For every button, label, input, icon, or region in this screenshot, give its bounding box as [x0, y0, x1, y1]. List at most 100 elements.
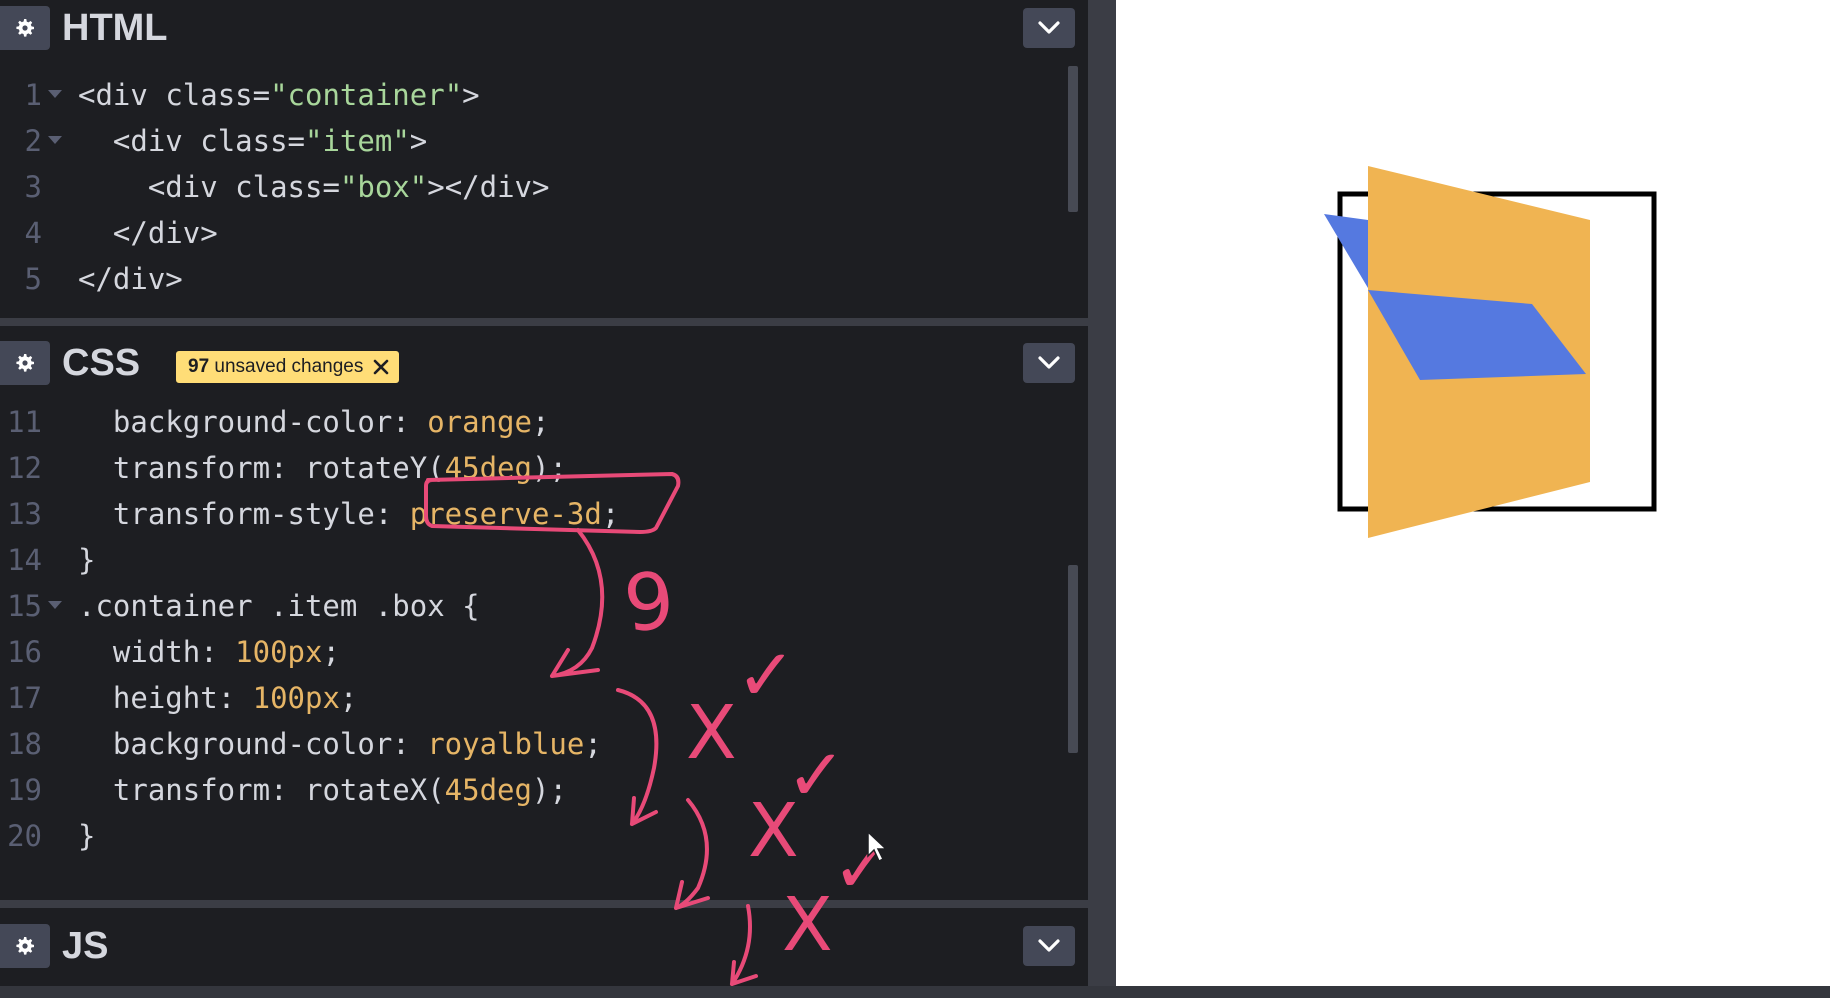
code-token: rotateY( — [304, 451, 445, 485]
code-token: 45deg — [444, 773, 532, 807]
line-number: 4 — [24, 216, 42, 250]
code-line[interactable]: 16 width: 100px; — [0, 629, 1060, 675]
code-line[interactable]: 12 transform: rotateY(45deg); — [0, 445, 1060, 491]
code-token: "item" — [305, 124, 410, 158]
code-token: transform — [112, 773, 271, 807]
code-line[interactable]: 20} — [0, 813, 1060, 859]
code-token: "box" — [339, 170, 428, 204]
code-text: } — [78, 537, 95, 583]
line-number: 18 — [7, 727, 42, 761]
code-text: } — [78, 813, 95, 859]
code-line[interactable]: 1 <div class="container"> — [0, 72, 1060, 118]
html-code-area[interactable]: 1 <div class="container"> 2 <div class="it… — [0, 64, 1088, 318]
code-text: width: 100px; — [78, 629, 340, 675]
code-token: > — [409, 124, 428, 158]
code-token: = — [322, 170, 340, 204]
code-line[interactable]: 18 background-color: royalblue; — [0, 721, 1060, 767]
line-number: 15 — [7, 589, 42, 623]
js-settings-button[interactable] — [0, 924, 50, 968]
box-face-back — [1324, 214, 1368, 288]
html-collapse-button[interactable] — [1023, 8, 1075, 48]
gear-icon — [16, 354, 34, 372]
line-number: 11 — [7, 405, 42, 439]
code-text: transform: rotateX(45deg); — [78, 767, 567, 813]
line-number: 2 — [24, 124, 42, 158]
code-line[interactable]: 15 .container .item .box { — [0, 583, 1060, 629]
html-settings-button[interactable] — [0, 6, 50, 50]
line-number: 20 — [7, 819, 42, 853]
code-token: <div — [112, 124, 201, 158]
code-line[interactable]: 19 transform: rotateX(45deg); — [0, 767, 1060, 813]
code-line[interactable]: 5 </div> — [0, 256, 1060, 302]
js-panel-header: JS — [0, 918, 1088, 986]
css-code-area[interactable]: 11 background-color: orange; 12 transform… — [0, 399, 1088, 899]
code-token: transform-style — [112, 497, 375, 531]
gear-icon — [16, 937, 34, 955]
code-line[interactable]: 11 background-color: orange; — [0, 399, 1060, 445]
code-text: <div class="item"> — [78, 118, 427, 164]
code-line[interactable]: 3 <div class="box"></div> — [0, 164, 1060, 210]
line-number: 1 — [24, 78, 42, 112]
code-token: : — [270, 451, 305, 485]
code-token: class — [165, 78, 253, 112]
code-line[interactable]: 4 </div> — [0, 210, 1060, 256]
code-token: : — [217, 681, 253, 715]
unsaved-changes-badge[interactable]: 97 unsaved changes — [176, 351, 400, 383]
css-collapse-button[interactable] — [1023, 343, 1075, 383]
code-token: = — [287, 124, 306, 158]
code-token: background-color — [112, 727, 393, 761]
code-token: .container .item .box — [78, 589, 445, 623]
code-line[interactable]: 14} — [0, 537, 1060, 583]
code-line[interactable]: 13 transform-style: preserve-3d; — [0, 491, 1060, 537]
code-text: </div> — [78, 256, 183, 302]
css-panel-header: CSS — [0, 335, 1088, 399]
code-token: : — [392, 405, 428, 439]
code-token: background-color — [112, 405, 393, 439]
css-panel-title: CSS — [62, 342, 141, 384]
resize-divider[interactable] — [1088, 0, 1116, 998]
code-token: : — [374, 497, 410, 531]
code-token: <div — [78, 78, 166, 112]
code-text: <div class="container"> — [78, 72, 480, 118]
html-css-divider[interactable] — [0, 318, 1088, 326]
line-number: 12 — [7, 451, 42, 485]
line-number: 16 — [7, 635, 42, 669]
code-token: height — [112, 681, 218, 715]
code-token: ; — [339, 681, 358, 715]
code-token: width — [112, 635, 201, 669]
code-line[interactable]: 17 height: 100px; — [0, 675, 1060, 721]
html-scrollbar[interactable] — [1068, 66, 1078, 212]
code-token: ; — [322, 635, 340, 669]
code-token: ></div> — [427, 170, 550, 204]
code-token: ); — [531, 773, 567, 807]
bottom-bar — [0, 986, 1830, 998]
fold-arrow-icon[interactable] — [48, 601, 62, 609]
code-text: background-color: orange; — [78, 399, 550, 445]
unsaved-count: 97 — [188, 356, 210, 377]
code-token: orange — [427, 405, 532, 439]
code-text: background-color: royalblue; — [78, 721, 602, 767]
fold-arrow-icon[interactable] — [48, 90, 62, 98]
code-token: "container" — [270, 78, 463, 112]
code-token: preserve-3d — [409, 497, 602, 531]
code-token: royalblue — [427, 727, 585, 761]
code-token: > — [462, 78, 480, 112]
js-collapse-button[interactable] — [1023, 926, 1075, 966]
unsaved-label: unsaved changes — [214, 356, 364, 377]
css-scrollbar[interactable] — [1068, 565, 1078, 753]
code-token: ); — [531, 451, 567, 485]
css-js-divider[interactable] — [0, 900, 1088, 908]
code-token: <div — [147, 170, 236, 204]
code-token: </div> — [112, 216, 218, 250]
close-icon[interactable] — [373, 359, 389, 375]
code-line[interactable]: 2 <div class="item"> — [0, 118, 1060, 164]
code-token: } — [78, 543, 96, 577]
code-token: ; — [601, 497, 620, 531]
fold-arrow-icon[interactable] — [48, 136, 62, 144]
code-token: : — [270, 773, 305, 807]
code-token: ; — [584, 727, 602, 761]
css-settings-button[interactable] — [0, 341, 50, 385]
code-token: 100px — [252, 681, 340, 715]
js-panel-title: JS — [62, 925, 109, 967]
html-panel-title: HTML — [62, 7, 168, 49]
